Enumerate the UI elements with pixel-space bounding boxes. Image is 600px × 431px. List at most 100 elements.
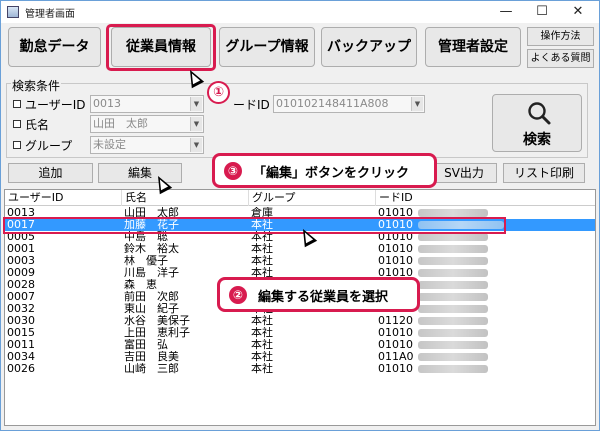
step2-text: 編集する従業員を選択: [258, 290, 389, 305]
redacted-card-id: [418, 293, 488, 301]
table-cell: 0007: [7, 291, 35, 303]
redacted-card-id: [418, 233, 488, 241]
chevron-down-icon[interactable]: ▼: [190, 138, 202, 152]
card-id-field[interactable]: 010102148411A808 ▼: [273, 95, 425, 113]
search-button-label: 検索: [523, 132, 551, 148]
table-cell: 01010: [378, 255, 413, 267]
backup-button[interactable]: バックアップ: [321, 27, 417, 67]
table-cell: 水谷 美保子: [124, 315, 190, 327]
redacted-card-id: [418, 281, 488, 289]
table-cell: 0032: [7, 303, 35, 315]
maximize-button[interactable]: ☐: [527, 1, 557, 23]
column-header[interactable]: グループ: [249, 190, 376, 206]
chevron-down-icon[interactable]: ▼: [190, 97, 202, 111]
column-header[interactable]: 氏名: [122, 190, 249, 206]
search-button[interactable]: 検索: [492, 94, 582, 152]
table-row[interactable]: 0015 上田 恵利子 本社 01010: [5, 327, 595, 339]
table-cell: 01010: [378, 363, 413, 375]
table-cell: 本社: [251, 255, 273, 267]
table-cell: 01010: [378, 339, 413, 351]
table-cell: 林 優子: [124, 255, 168, 267]
minimize-button[interactable]: —: [491, 1, 521, 23]
table-row[interactable]: 0011 富田 弘 本社 01010: [5, 339, 595, 351]
redacted-card-id: [418, 257, 488, 265]
table-row[interactable]: 0026 山崎 三郎 本社 01010: [5, 363, 595, 375]
card-id-label: ードID: [233, 98, 270, 112]
table-row[interactable]: 0034 吉田 良美 本社 011A0: [5, 351, 595, 363]
admin-settings-button[interactable]: 管理者設定: [425, 27, 521, 67]
user-id-field[interactable]: 0013 ▼: [90, 95, 204, 113]
redacted-card-id: [418, 365, 488, 373]
redacted-card-id: [418, 269, 488, 277]
chevron-down-icon[interactable]: ▼: [190, 117, 202, 131]
step2-number: ②: [229, 286, 247, 304]
edit-button[interactable]: 編集: [98, 163, 182, 183]
redacted-card-id: [418, 209, 488, 217]
chevron-down-icon[interactable]: ▼: [411, 97, 423, 111]
table-cell: 本社: [251, 243, 273, 255]
criteria-user-id[interactable]: ユーザーID: [13, 96, 86, 113]
print-list-button[interactable]: リスト印刷: [503, 163, 585, 183]
add-button[interactable]: 追加: [8, 163, 93, 183]
table-cell: 01010: [378, 327, 413, 339]
step3-callout: ③ 「編集」ボタンをクリック: [212, 153, 437, 188]
search-icon: [528, 102, 551, 125]
title-bar: 管理者画面 — ☐ ✕: [1, 1, 599, 23]
step1-badge: ①: [207, 81, 230, 104]
criteria-name[interactable]: 氏名: [13, 116, 49, 133]
app-icon: [7, 6, 19, 18]
redacted-card-id: [418, 305, 488, 313]
table-row[interactable]: 0003 林 優子 本社 01010: [5, 255, 595, 267]
table-row[interactable]: 0030 水谷 美保子 本社 01120: [5, 315, 595, 327]
table-cell: 0003: [7, 255, 35, 267]
redacted-card-id: [418, 245, 488, 253]
column-header[interactable]: ユーザーID: [5, 190, 122, 206]
table-cell: 0009: [7, 267, 35, 279]
checkbox[interactable]: [13, 120, 21, 128]
table-cell: 01010: [378, 243, 413, 255]
table-cell: 0034: [7, 351, 35, 363]
table-cell: 吉田 良美: [124, 351, 179, 363]
criteria-label: 氏名: [25, 118, 50, 132]
field-value: 山田 太郎: [93, 117, 148, 130]
redacted-card-id: [418, 341, 488, 349]
column-header[interactable]: ードID: [376, 190, 595, 206]
name-field[interactable]: 山田 太郎 ▼: [90, 115, 204, 133]
table-header: ユーザーID 氏名 グループ ードID: [5, 190, 595, 206]
criteria-label: ユーザーID: [25, 98, 86, 112]
group-field[interactable]: 未設定 ▼: [90, 136, 204, 154]
table-cell: 0011: [7, 339, 35, 351]
attendance-data-button[interactable]: 勤怠データ: [8, 27, 101, 67]
table-cell: 本社: [251, 315, 273, 327]
table-cell: 0030: [7, 315, 35, 327]
group-info-button[interactable]: グループ情報: [219, 27, 315, 67]
table-cell: 011A0: [378, 351, 414, 363]
window-title: 管理者画面: [25, 9, 75, 20]
redacted-card-id: [418, 353, 488, 361]
table-row[interactable]: 0001 鈴木 裕太 本社 01010: [5, 243, 595, 255]
criteria-group[interactable]: グループ: [13, 137, 72, 154]
checkbox[interactable]: [13, 100, 21, 108]
field-value: 0013: [93, 97, 121, 110]
table-cell: 富田 弘: [124, 339, 168, 351]
table-cell: 0015: [7, 327, 35, 339]
table-cell: 本社: [251, 363, 273, 375]
criteria-label: グループ: [25, 139, 73, 153]
faq-button[interactable]: よくある質問: [527, 49, 594, 68]
field-value: 未設定: [93, 138, 126, 151]
table-cell: 01120: [378, 315, 413, 327]
checkbox[interactable]: [13, 141, 21, 149]
redacted-card-id: [418, 317, 488, 325]
table-cell: 0001: [7, 243, 35, 255]
selected-row-highlight: [3, 217, 506, 234]
admin-window: 管理者画面 — ☐ ✕ 勤怠データ 従業員情報 グループ情報 バックアップ 管理…: [0, 0, 600, 431]
close-button[interactable]: ✕: [563, 1, 593, 23]
field-value: 010102148411A808: [276, 97, 389, 110]
table-cell: 本社: [251, 339, 273, 351]
csv-export-button[interactable]: SV出力: [431, 163, 497, 183]
table-cell: 0026: [7, 363, 35, 375]
table-cell: 本社: [251, 351, 273, 363]
step2-callout: ② 編集する従業員を選択: [217, 277, 420, 312]
table-cell: 本社: [251, 327, 273, 339]
how-to-button[interactable]: 操作方法: [527, 27, 594, 46]
